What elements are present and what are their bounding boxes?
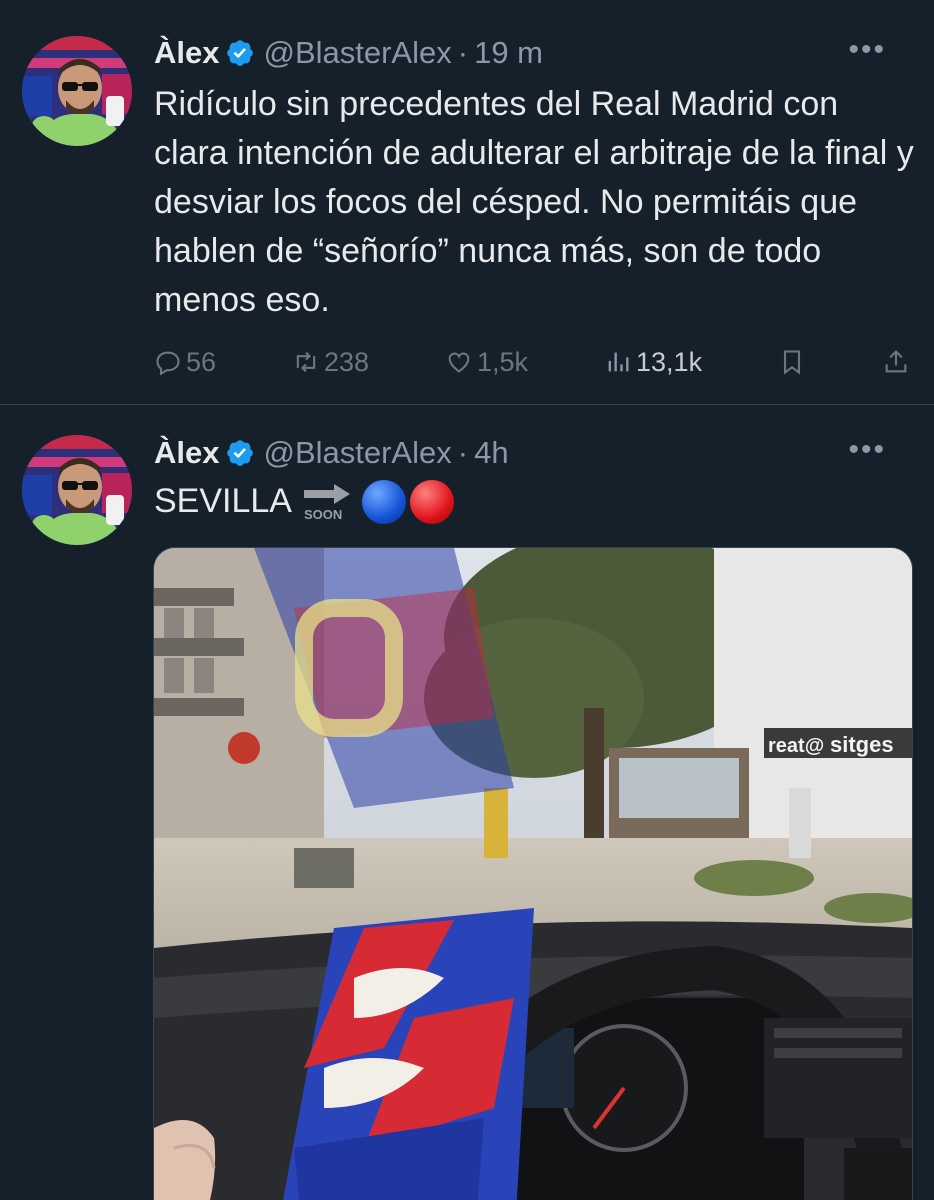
soon-label: SOON: [304, 507, 342, 522]
photo-image: reat@ sitges: [154, 548, 912, 1200]
tweet-header: Àlex @BlasterAlex · 19 m •••: [154, 33, 910, 73]
retweet-icon: [296, 351, 316, 373]
timestamp[interactable]: 19 m: [474, 35, 543, 71]
tweet-1[interactable]: Àlex @BlasterAlex · 19 m ••• Ridículo si…: [0, 0, 934, 405]
author-name[interactable]: Àlex: [154, 35, 219, 71]
like-button[interactable]: 1,5k: [445, 347, 528, 378]
tweet-text: SEVILLA SOON: [154, 477, 914, 526]
author-name[interactable]: Àlex: [154, 435, 219, 471]
avatar[interactable]: [22, 435, 132, 545]
tweet-header: Àlex @BlasterAlex · 4h •••: [154, 433, 910, 473]
more-icon[interactable]: •••: [848, 433, 886, 467]
verified-badge-icon: [227, 40, 254, 66]
tweet-text: Ridículo sin precedentes del Real Madrid…: [154, 85, 914, 319]
reply-count: 56: [186, 346, 217, 377]
views-icon: [608, 352, 629, 372]
photo-sign-prefix: reat@: [768, 735, 824, 757]
reply-icon: [156, 351, 180, 376]
verified-badge-icon: [227, 440, 254, 466]
avatar-image: [22, 435, 132, 545]
tweet-2[interactable]: Àlex @BlasterAlex · 4h ••• SEVILLA SOON: [0, 405, 934, 1200]
share-icon: [885, 350, 907, 373]
tweet-photo[interactable]: reat@ sitges: [153, 547, 913, 1200]
like-icon: [448, 352, 470, 373]
red-circle-icon: [409, 479, 454, 524]
separator: ·: [457, 435, 469, 470]
like-count: 1,5k: [477, 346, 529, 377]
bookmark-button[interactable]: [778, 348, 806, 376]
soon-arrow-icon: SOON: [300, 482, 354, 522]
action-bar: 56 238 1,5k 13,1k: [154, 340, 910, 384]
share-button[interactable]: [882, 348, 910, 376]
views-button[interactable]: 13,1k: [604, 347, 702, 378]
retweet-count: 238: [324, 346, 370, 377]
bookmark-icon: [783, 350, 801, 375]
separator: ·: [457, 35, 469, 70]
blue-circle-icon: [361, 479, 406, 524]
tweet-text-content: SEVILLA: [154, 482, 292, 520]
author-handle[interactable]: @BlasterAlex: [263, 35, 451, 71]
reply-button[interactable]: 56: [154, 347, 216, 378]
more-icon[interactable]: •••: [848, 33, 886, 67]
avatar-image: [22, 36, 132, 146]
views-count: 13,1k: [636, 346, 703, 377]
author-handle[interactable]: @BlasterAlex: [263, 435, 451, 471]
retweet-button[interactable]: 238: [292, 347, 369, 378]
photo-sign-text: sitges: [830, 732, 894, 757]
avatar[interactable]: [22, 36, 132, 146]
timestamp[interactable]: 4h: [474, 435, 508, 471]
